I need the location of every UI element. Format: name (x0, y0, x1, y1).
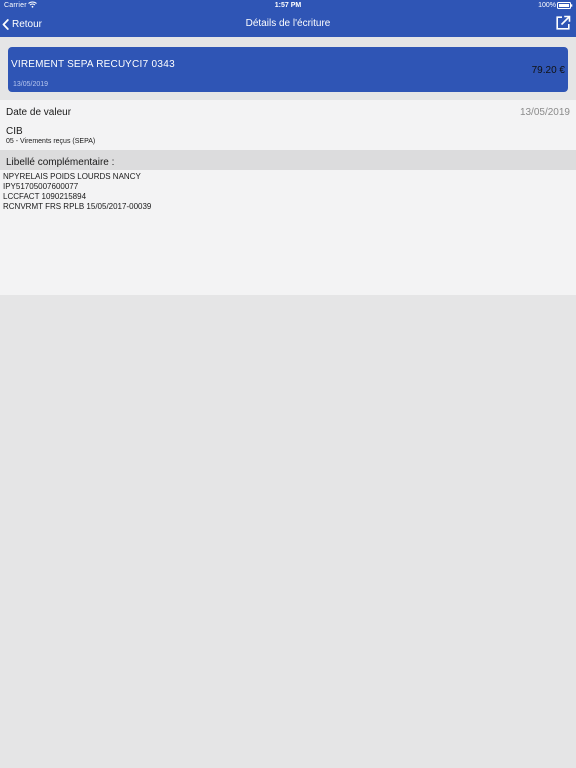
battery-percentage: 100% (538, 2, 556, 9)
details-panel: Date de valeur 13/05/2019 CIB 05 - Virem… (0, 100, 576, 295)
value-date-label: Date de valeur (6, 107, 72, 118)
external-link-icon[interactable] (555, 15, 571, 31)
status-time: 1:57 PM (274, 2, 302, 9)
libelle-line: RCNVRMT FRS RPLB 15/05/2017-00039 (3, 202, 152, 211)
transaction-card: VIREMENT SEPA RECU YCI7 0343 13/05/2019 … (8, 47, 568, 92)
libelle-section-header: Libellé complémentaire : (0, 150, 576, 170)
libelle-label: Libellé complémentaire : (6, 157, 115, 168)
value-date: 13/05/2019 (519, 107, 570, 118)
page-title: Détails de l'écriture (245, 18, 331, 29)
transaction-label: VIREMENT SEPA RECU (11, 59, 126, 70)
top-bar: Carrier 1:57 PM 100% Retour Détails de l… (0, 0, 576, 37)
transaction-reference: YCI7 0343 (125, 59, 175, 70)
libelle-line: LCCFACT 1090215894 (3, 192, 87, 201)
cib-value: 05 - Virements reçus (SEPA) (6, 138, 96, 145)
transaction-date: 13/05/2019 (13, 81, 49, 88)
cib-label: CIB (6, 126, 23, 137)
libelle-text: NPYRELAIS POIDS LOURDS NANCY IPY51705007… (3, 172, 151, 212)
libelle-line: NPYRELAIS POIDS LOURDS NANCY (3, 172, 141, 181)
battery-icon (557, 2, 573, 9)
transaction-amount: 79.20 € (531, 65, 565, 76)
libelle-line: IPY51705007600077 (3, 182, 79, 191)
